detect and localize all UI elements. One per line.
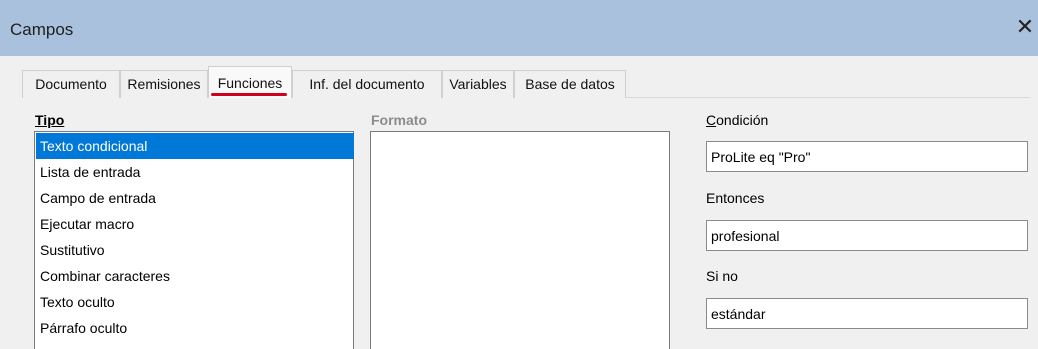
format-label: Formato: [371, 112, 427, 128]
then-label: Entonces: [706, 190, 765, 206]
condition-label: Condición: [706, 112, 769, 128]
tab-inf-del-documento[interactable]: Inf. del documento: [292, 70, 442, 98]
then-field[interactable]: [706, 220, 1028, 251]
tab-documento[interactable]: Documento: [22, 70, 120, 98]
list-item[interactable]: Sustitutivo: [36, 237, 354, 263]
list-item[interactable]: Lista de entrada: [36, 159, 354, 185]
type-label: Tipo: [35, 112, 65, 128]
list-item[interactable]: Párrafo oculto: [36, 315, 354, 341]
list-item[interactable]: Texto oculto: [36, 289, 354, 315]
list-item[interactable]: Ejecutar macro: [36, 211, 354, 237]
format-listbox[interactable]: [370, 131, 670, 349]
else-label: Si no: [706, 268, 738, 284]
active-tab-indicator: [211, 93, 287, 96]
tab-remisiones[interactable]: Remisiones: [120, 70, 208, 98]
else-field[interactable]: [706, 298, 1028, 329]
list-item[interactable]: Texto condicional: [36, 133, 354, 159]
window-title: Campos: [10, 20, 74, 39]
title-bar: Campos ✕: [0, 0, 1038, 56]
type-listbox[interactable]: Texto condicional Lista de entrada Campo…: [34, 131, 354, 349]
list-item[interactable]: Campo de entrada: [36, 185, 354, 211]
close-icon[interactable]: ✕: [1014, 16, 1036, 38]
list-item[interactable]: Combinar caracteres: [36, 263, 354, 289]
tab-base-de-datos[interactable]: Base de datos: [514, 70, 626, 98]
tab-variables[interactable]: Variables: [442, 70, 514, 98]
condition-field[interactable]: [706, 141, 1028, 172]
